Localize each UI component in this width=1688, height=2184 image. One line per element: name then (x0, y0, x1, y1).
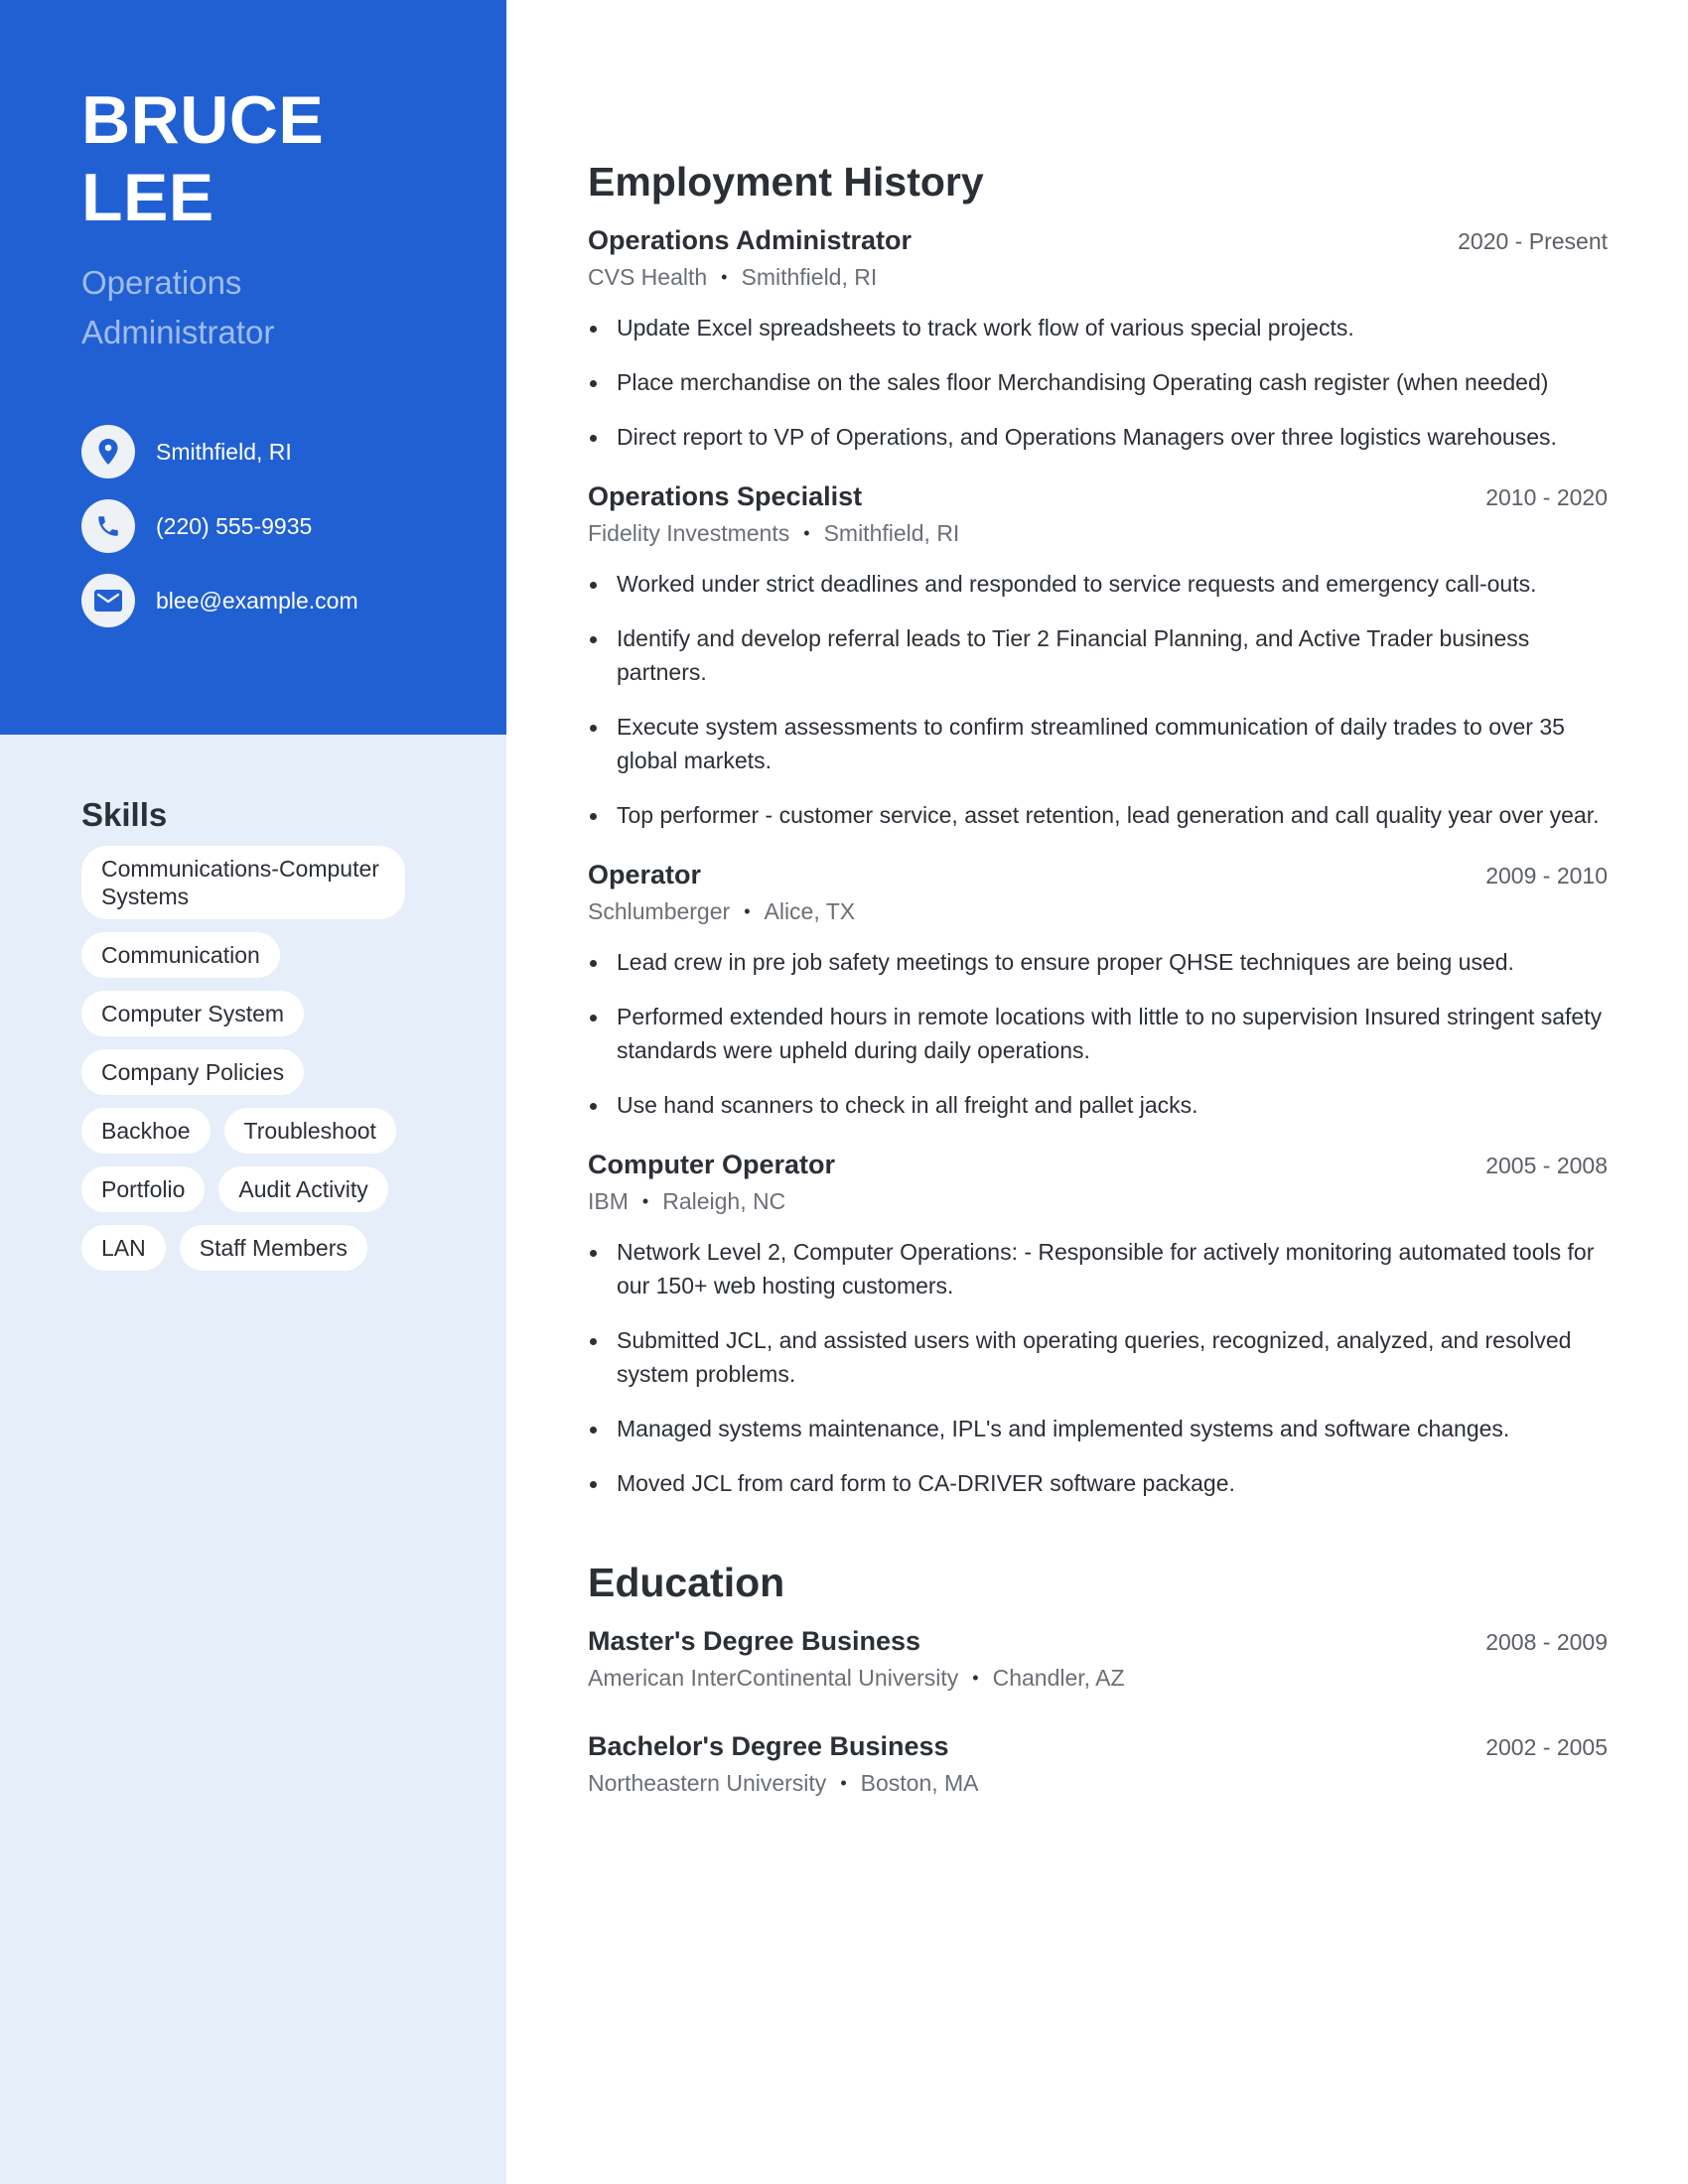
skill-chip: Backhoe (81, 1108, 211, 1154)
separator-dot: • (840, 1773, 847, 1793)
envelope-icon (81, 574, 135, 627)
job-entry: Operations Administrator 2020 - Present … (588, 225, 1608, 454)
job-employer-line: CVS Health • Smithfield, RI (588, 264, 1608, 291)
separator-dot: • (721, 267, 728, 287)
sidebar: BRUCE LEE Operations Administrator Smith… (0, 0, 506, 2184)
employment-heading: Employment History (588, 159, 984, 205)
degree-title: Master's Degree Business (588, 1626, 921, 1656)
job-dates: 2009 - 2010 (1485, 863, 1608, 888)
skills-list: Communications-Computer Systems Communic… (81, 846, 419, 1284)
skill-chip: Company Policies (81, 1049, 305, 1095)
first-name: BRUCE (81, 82, 325, 158)
main-content: Employment History Operations Administra… (588, 159, 1608, 1837)
job-location: Alice, TX (764, 898, 856, 924)
job-employer-line: Fidelity Investments • Smithfield, RI (588, 520, 1608, 547)
bullet-item: Place merchandise on the sales floor Mer… (588, 365, 1608, 399)
separator-dot: • (641, 1191, 649, 1211)
separator-dot: • (972, 1668, 979, 1688)
contact-location: Smithfield, RI (81, 425, 506, 478)
contact-phone: (220) 555-9935 (81, 499, 506, 553)
bullet-item: Identify and develop referral leads to T… (588, 621, 1608, 689)
school-location: Chandler, AZ (992, 1665, 1125, 1691)
job-entry: Computer Operator 2005 - 2008 IBM • Raleig… (588, 1150, 1608, 1500)
job-title: Operations Administrator (588, 225, 913, 255)
school-line: Northeastern University • Boston, MA (588, 1770, 1608, 1797)
job-company: Schlumberger (588, 898, 731, 924)
bullet-item: Use hand scanners to check in all freigh… (588, 1088, 1608, 1122)
bullet-item: Direct report to VP of Operations, and O… (588, 420, 1608, 454)
skill-chip: Communication (81, 932, 280, 978)
contact-phone-text: (220) 555-9935 (156, 512, 313, 539)
bullet-item: Execute system assessments to confirm st… (588, 710, 1608, 777)
job-bullets: Update Excel spreadsheets to track work … (588, 311, 1608, 454)
phone-icon (81, 499, 135, 553)
school-name: American InterContinental University (588, 1665, 959, 1691)
bullet-item: Submitted JCL, and assisted users with o… (588, 1323, 1608, 1391)
degree-title: Bachelor's Degree Business (588, 1731, 949, 1761)
contact-location-text: Smithfield, RI (156, 438, 292, 465)
job-company: CVS Health (588, 264, 708, 290)
school-name: Northeastern University (588, 1770, 827, 1796)
bullet-item: Lead crew in pre job safety meetings to … (588, 945, 1608, 979)
job-company: Fidelity Investments (588, 520, 790, 546)
job-entry: Operator 2009 - 2010 Schlumberger • Alice,… (588, 860, 1608, 1122)
contact-email: blee@example.com (81, 574, 506, 627)
job-entry: Operations Specialist 2010 - 2020 Fideli… (588, 481, 1608, 832)
contact-list: Smithfield, RI (220) 555-9935 blee@examp… (81, 425, 506, 627)
job-bullets: Network Level 2, Computer Operations: - … (588, 1235, 1608, 1500)
job-dates: 2010 - 2020 (1485, 484, 1608, 510)
job-dates: 2005 - 2008 (1485, 1153, 1608, 1178)
school-location: Boston, MA (860, 1770, 979, 1796)
skill-chip: Communications-Computer Systems (81, 846, 405, 919)
header-block: BRUCE LEE Operations Administrator Smith… (0, 0, 506, 735)
education-dates: 2008 - 2009 (1485, 1629, 1608, 1655)
location-pin-icon (81, 425, 135, 478)
skills-section: Skills Communications-Computer Systems C… (0, 796, 506, 1284)
job-location: Smithfield, RI (823, 520, 960, 546)
bullet-item: Moved JCL from card form to CA-DRIVER so… (588, 1466, 1608, 1500)
bullet-item: Network Level 2, Computer Operations: - … (588, 1235, 1608, 1302)
skill-chip: Computer System (81, 991, 305, 1036)
skill-chip: Audit Activity (218, 1166, 388, 1212)
bullet-item: Update Excel spreadsheets to track work … (588, 311, 1608, 344)
job-title-headline: Operations Administrator (81, 264, 275, 350)
job-title: Computer Operator (588, 1150, 836, 1179)
separator-dot: • (803, 523, 810, 543)
skill-chip: Portfolio (81, 1166, 206, 1212)
contact-email-text[interactable]: blee@example.com (156, 588, 358, 614)
job-bullets: Lead crew in pre job safety meetings to … (588, 945, 1608, 1122)
candidate-name: BRUCE LEE (81, 81, 506, 236)
job-location: Raleigh, NC (662, 1188, 786, 1214)
job-employer-line: Schlumberger • Alice, TX (588, 898, 1608, 925)
job-company: IBM (588, 1188, 629, 1214)
school-line: American InterContinental University • Cha… (588, 1665, 1608, 1692)
job-title: Operator (588, 860, 702, 889)
education-heading: Education (588, 1560, 785, 1605)
education-dates: 2002 - 2005 (1485, 1734, 1608, 1760)
bullet-item: Managed systems maintenance, IPL's and i… (588, 1412, 1608, 1445)
separator-dot: • (744, 901, 751, 921)
skills-heading: Skills (81, 796, 168, 833)
education-entry: Bachelor's Degree Business 2002 - 2005 N… (588, 1731, 1608, 1797)
skill-chip: Troubleshoot (223, 1108, 396, 1154)
skill-chip: LAN (81, 1225, 166, 1271)
job-title: Operations Specialist (588, 481, 863, 511)
education-section: Education Master's Degree Business 2008 … (588, 1560, 1608, 1797)
job-dates: 2020 - Present (1458, 228, 1608, 254)
job-bullets: Worked under strict deadlines and respon… (588, 567, 1608, 832)
last-name: LEE (81, 160, 214, 235)
job-employer-line: IBM • Raleigh, NC (588, 1188, 1608, 1215)
bullet-item: Performed extended hours in remote locat… (588, 1000, 1608, 1067)
bullet-item: Top performer - customer service, asset … (588, 798, 1608, 832)
education-entry: Master's Degree Business 2008 - 2009 Ame… (588, 1626, 1608, 1692)
bullet-item: Worked under strict deadlines and respon… (588, 567, 1608, 601)
skill-chip: Staff Members (179, 1225, 367, 1271)
job-location: Smithfield, RI (741, 264, 878, 290)
